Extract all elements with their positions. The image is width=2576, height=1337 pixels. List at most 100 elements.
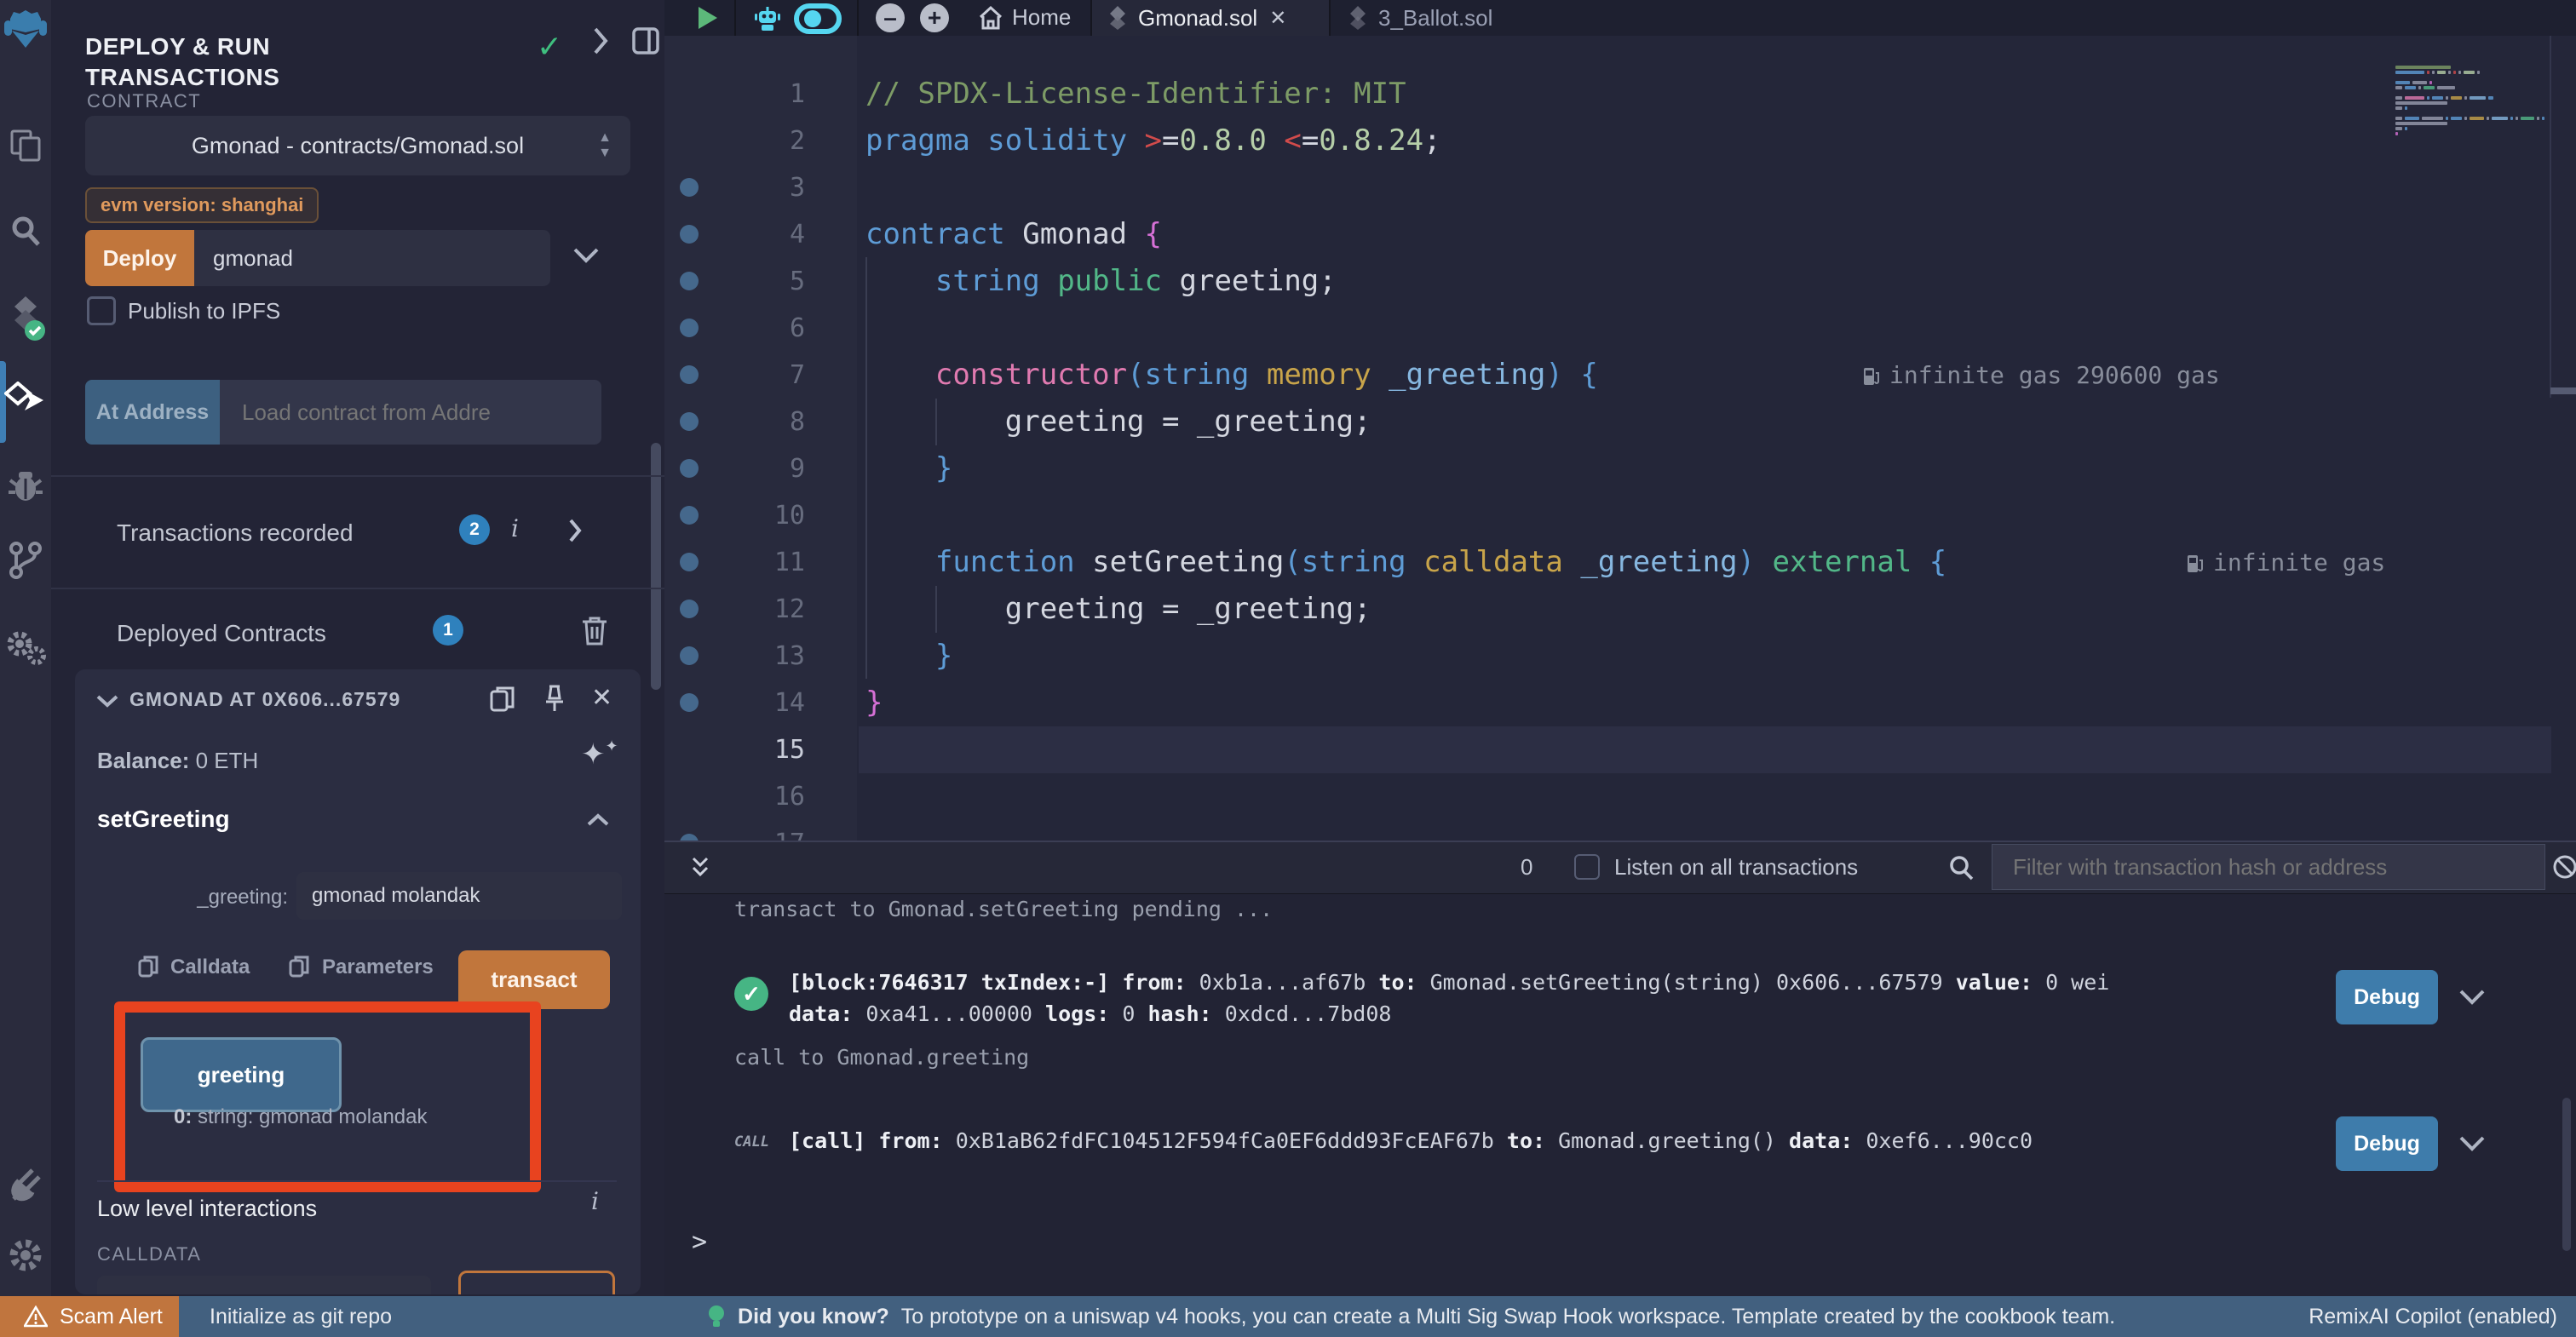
line-number[interactable]: 16 — [716, 773, 805, 820]
line-number[interactable]: 12 — [716, 586, 805, 633]
low-level-calldata-input[interactable] — [97, 1276, 431, 1294]
tx-log-line[interactable]: [call] from: 0xB1aB62fdFC104512F594fCa0E… — [789, 1125, 2033, 1156]
param-input[interactable] — [296, 872, 622, 920]
breakpoint-dot[interactable] — [680, 600, 699, 618]
expand-log-chevron-icon[interactable] — [2458, 989, 2486, 1006]
transactions-expand-chevron-icon[interactable] — [567, 518, 583, 543]
settings-gear-icon[interactable] — [0, 1237, 51, 1274]
line-number[interactable]: 7 — [716, 352, 805, 399]
close-instance-icon[interactable]: ✕ — [591, 683, 612, 713]
trash-icon[interactable] — [581, 615, 608, 647]
breakpoint-dot[interactable] — [680, 365, 699, 384]
ai-sparkle-icon[interactable]: ✦✦ — [581, 737, 618, 772]
listen-all-checkbox[interactable] — [1574, 854, 1600, 880]
debug-button[interactable]: Debug — [2336, 970, 2438, 1024]
line-number[interactable]: 8 — [716, 399, 805, 445]
editor-scrollbar-thumb[interactable] — [2550, 387, 2576, 394]
current-line-highlight — [859, 726, 2551, 773]
breakpoint-dot[interactable] — [680, 693, 699, 712]
deploy-expand-chevron-icon[interactable] — [572, 247, 600, 264]
line-number[interactable]: 6 — [716, 305, 805, 352]
remixai-robot-icon[interactable] — [753, 4, 782, 33]
at-address-input[interactable] — [220, 380, 601, 445]
expand-log-chevron-icon[interactable] — [2458, 1135, 2486, 1152]
run-script-icon[interactable] — [697, 6, 719, 30]
calldata-button[interactable]: Calldata — [170, 955, 250, 979]
remix-logo-icon[interactable] — [0, 7, 51, 51]
terminal-filter-input[interactable] — [1992, 844, 2545, 890]
git-init-button[interactable]: Initialize as git repo — [210, 1305, 392, 1329]
terminal-scrollbar[interactable] — [2562, 1098, 2571, 1251]
line-number[interactable]: 9 — [716, 445, 805, 492]
scam-alert-button[interactable]: Scam Alert — [0, 1296, 179, 1337]
code-editor[interactable]: 1234567891011121314151617 // SPDX-Licens… — [664, 36, 2576, 841]
tab-close-icon[interactable]: ✕ — [1269, 6, 1286, 31]
transactions-info-icon[interactable]: i — [511, 514, 519, 542]
panel-chevron-right-icon[interactable] — [591, 26, 610, 56]
solidity-compiler-icon[interactable] — [0, 295, 51, 342]
breakpoint-dot[interactable] — [680, 553, 699, 571]
breakpoint-dot[interactable] — [680, 646, 699, 665]
at-address-button[interactable]: At Address — [85, 380, 220, 445]
breakpoint-dot[interactable] — [680, 459, 699, 478]
line-number[interactable]: 17 — [716, 820, 805, 841]
file-explorer-icon[interactable] — [0, 128, 51, 162]
terminal-prompt[interactable]: > — [692, 1227, 707, 1257]
pin-instance-icon[interactable] — [542, 683, 567, 714]
line-number[interactable]: 3 — [716, 164, 805, 211]
breakpoint-dot[interactable] — [680, 225, 699, 244]
copilot-status[interactable]: RemixAI Copilot (enabled) — [2309, 1305, 2557, 1329]
panel-scrollbar[interactable] — [651, 443, 661, 690]
collapse-terminal-icon[interactable] — [688, 856, 712, 880]
copy-calldata-icon[interactable] — [138, 955, 158, 979]
line-number[interactable]: 11 — [716, 539, 805, 586]
home-icon[interactable] — [978, 5, 1003, 31]
search-icon[interactable] — [0, 215, 51, 249]
tab-gmonad[interactable]: Gmonad.sol ✕ — [1090, 0, 1331, 36]
publish-ipfs-checkbox[interactable] — [87, 296, 116, 325]
tx-log-line[interactable]: data: 0xa41...00000 logs: 0 hash: 0xdcd.… — [789, 998, 1391, 1030]
minimap[interactable] — [2395, 66, 2550, 152]
breakpoint-dot[interactable] — [680, 412, 699, 431]
line-number[interactable]: 2 — [716, 118, 805, 164]
parameters-button[interactable]: Parameters — [322, 955, 434, 979]
low-level-info-icon[interactable]: i — [591, 1187, 599, 1215]
instance-title[interactable]: GMONAD AT 0X606...67579 — [129, 688, 480, 711]
line-number[interactable]: 13 — [716, 633, 805, 680]
plugin-manager-icon[interactable] — [0, 628, 51, 666]
breakpoint-dot[interactable] — [680, 318, 699, 337]
tx-log-line[interactable]: [block:7646317 txIndex:-] from: 0xb1a...… — [789, 967, 2109, 998]
deploy-arg-input[interactable] — [194, 230, 550, 286]
terminal-search-icon[interactable] — [1947, 854, 1975, 881]
copy-parameters-icon[interactable] — [289, 955, 309, 979]
line-number[interactable]: 5 — [716, 258, 805, 305]
deploy-button[interactable]: Deploy — [85, 230, 194, 286]
plug-icon[interactable] — [0, 1165, 51, 1202]
copilot-toggle-icon[interactable] — [794, 3, 842, 34]
low-level-send-button[interactable] — [458, 1271, 615, 1294]
line-number[interactable]: 4 — [716, 211, 805, 258]
breakpoint-dot[interactable] — [680, 272, 699, 290]
debug-button[interactable]: Debug — [2336, 1116, 2438, 1171]
line-number[interactable]: 14 — [716, 680, 805, 726]
greeting-button[interactable]: greeting — [141, 1037, 342, 1112]
line-number[interactable]: 15 — [716, 726, 805, 773]
contract-select[interactable]: Gmonad - contracts/Gmonad.sol ▲▼ — [85, 116, 630, 175]
function-collapse-chevron-icon[interactable] — [586, 812, 610, 828]
line-number[interactable]: 1 — [716, 71, 805, 118]
tab-home-label[interactable]: Home — [1012, 4, 1071, 31]
breakpoint-dot[interactable] — [680, 506, 699, 525]
debugger-icon[interactable] — [0, 470, 51, 504]
zoom-out-icon[interactable]: – — [876, 3, 905, 32]
zoom-in-icon[interactable]: + — [920, 3, 949, 32]
breakpoint-dot[interactable] — [680, 178, 699, 197]
deploy-run-icon[interactable] — [0, 382, 51, 419]
transact-button[interactable]: transact — [458, 950, 610, 1009]
tab-ballot[interactable]: 3_Ballot.sol — [1332, 0, 1545, 36]
git-icon[interactable] — [0, 542, 51, 579]
instance-collapse-chevron-icon[interactable] — [95, 693, 119, 709]
clear-filter-ban-icon[interactable] — [2552, 854, 2576, 880]
line-number[interactable]: 10 — [716, 492, 805, 539]
copy-address-icon[interactable] — [489, 685, 516, 714]
pin-panel-icon[interactable] — [630, 26, 661, 56]
